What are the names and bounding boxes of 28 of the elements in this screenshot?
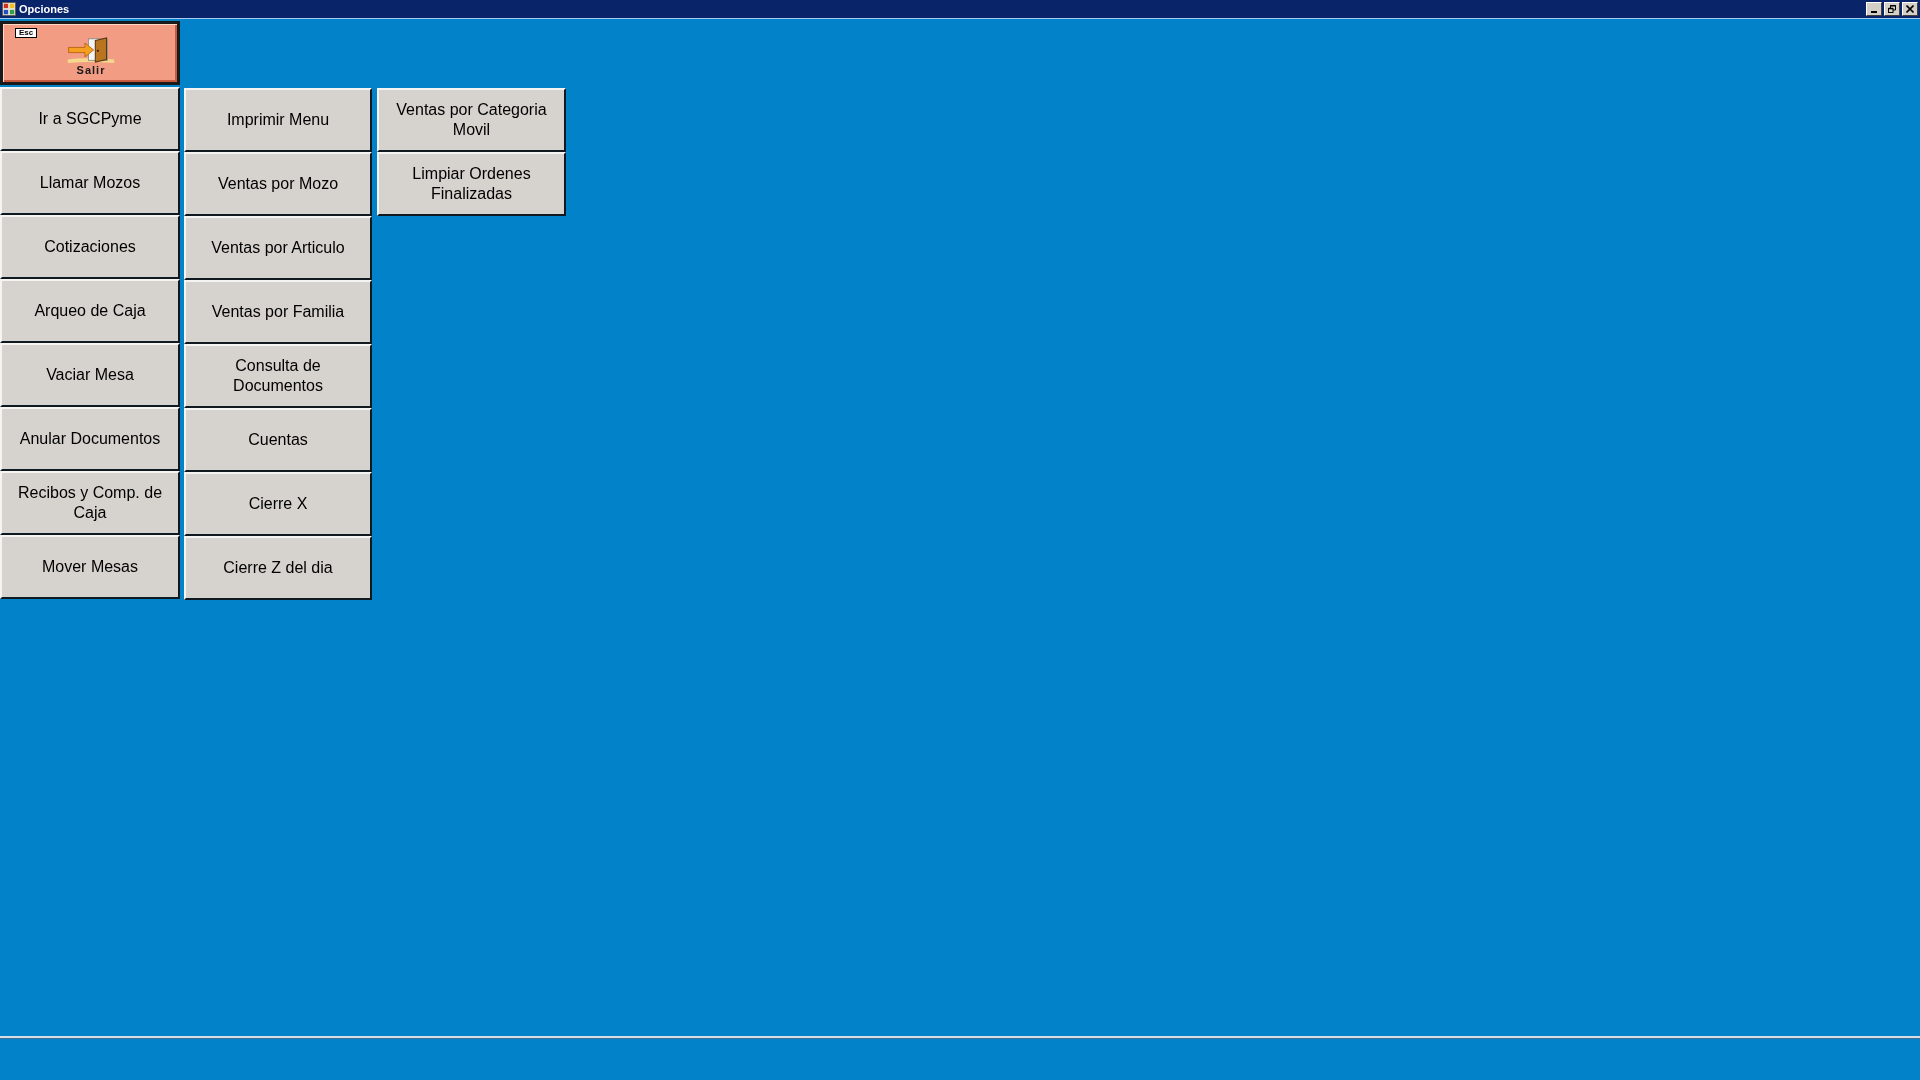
menu-button[interactable]: Cierre X: [184, 472, 372, 536]
restore-button[interactable]: [1884, 2, 1900, 16]
menu-button[interactable]: Llamar Mozos: [0, 151, 180, 215]
menu-button[interactable]: Recibos y Comp. de Caja: [0, 471, 180, 535]
restore-icon: [1888, 5, 1896, 13]
menu-button[interactable]: Imprimir Menu: [184, 88, 372, 152]
menu-button[interactable]: Anular Documentos: [0, 407, 180, 471]
close-button[interactable]: [1902, 2, 1918, 16]
menu-button[interactable]: Consulta de Documentos: [184, 344, 372, 408]
door-arrow-icon: [66, 36, 116, 64]
menu-button[interactable]: Limpiar Ordenes Finalizadas: [377, 152, 566, 216]
menu-button[interactable]: Ventas por Familia: [184, 280, 372, 344]
menu-button[interactable]: Mover Mesas: [0, 535, 180, 599]
menu-button[interactable]: Cotizaciones: [0, 215, 180, 279]
menu-button[interactable]: Ventas por Articulo: [184, 216, 372, 280]
window-title: Opciones: [19, 2, 70, 16]
menu-button[interactable]: Arqueo de Caja: [0, 279, 180, 343]
menu-button[interactable]: Ventas por Categoria Movil: [377, 88, 566, 152]
menu-button[interactable]: Vaciar Mesa: [0, 343, 180, 407]
minimize-button[interactable]: [1866, 2, 1882, 16]
exit-button[interactable]: Esc Salir: [0, 21, 180, 85]
menu-button[interactable]: Cierre Z del dia: [184, 536, 372, 600]
menu-button[interactable]: Ventas por Mozo: [184, 152, 372, 216]
menu-button[interactable]: Cuentas: [184, 408, 372, 472]
menu-button[interactable]: Ir a SGCPyme: [0, 87, 180, 151]
close-icon: [1906, 5, 1914, 13]
shortcut-key: Esc: [15, 28, 38, 38]
app-icon: [2, 2, 16, 16]
